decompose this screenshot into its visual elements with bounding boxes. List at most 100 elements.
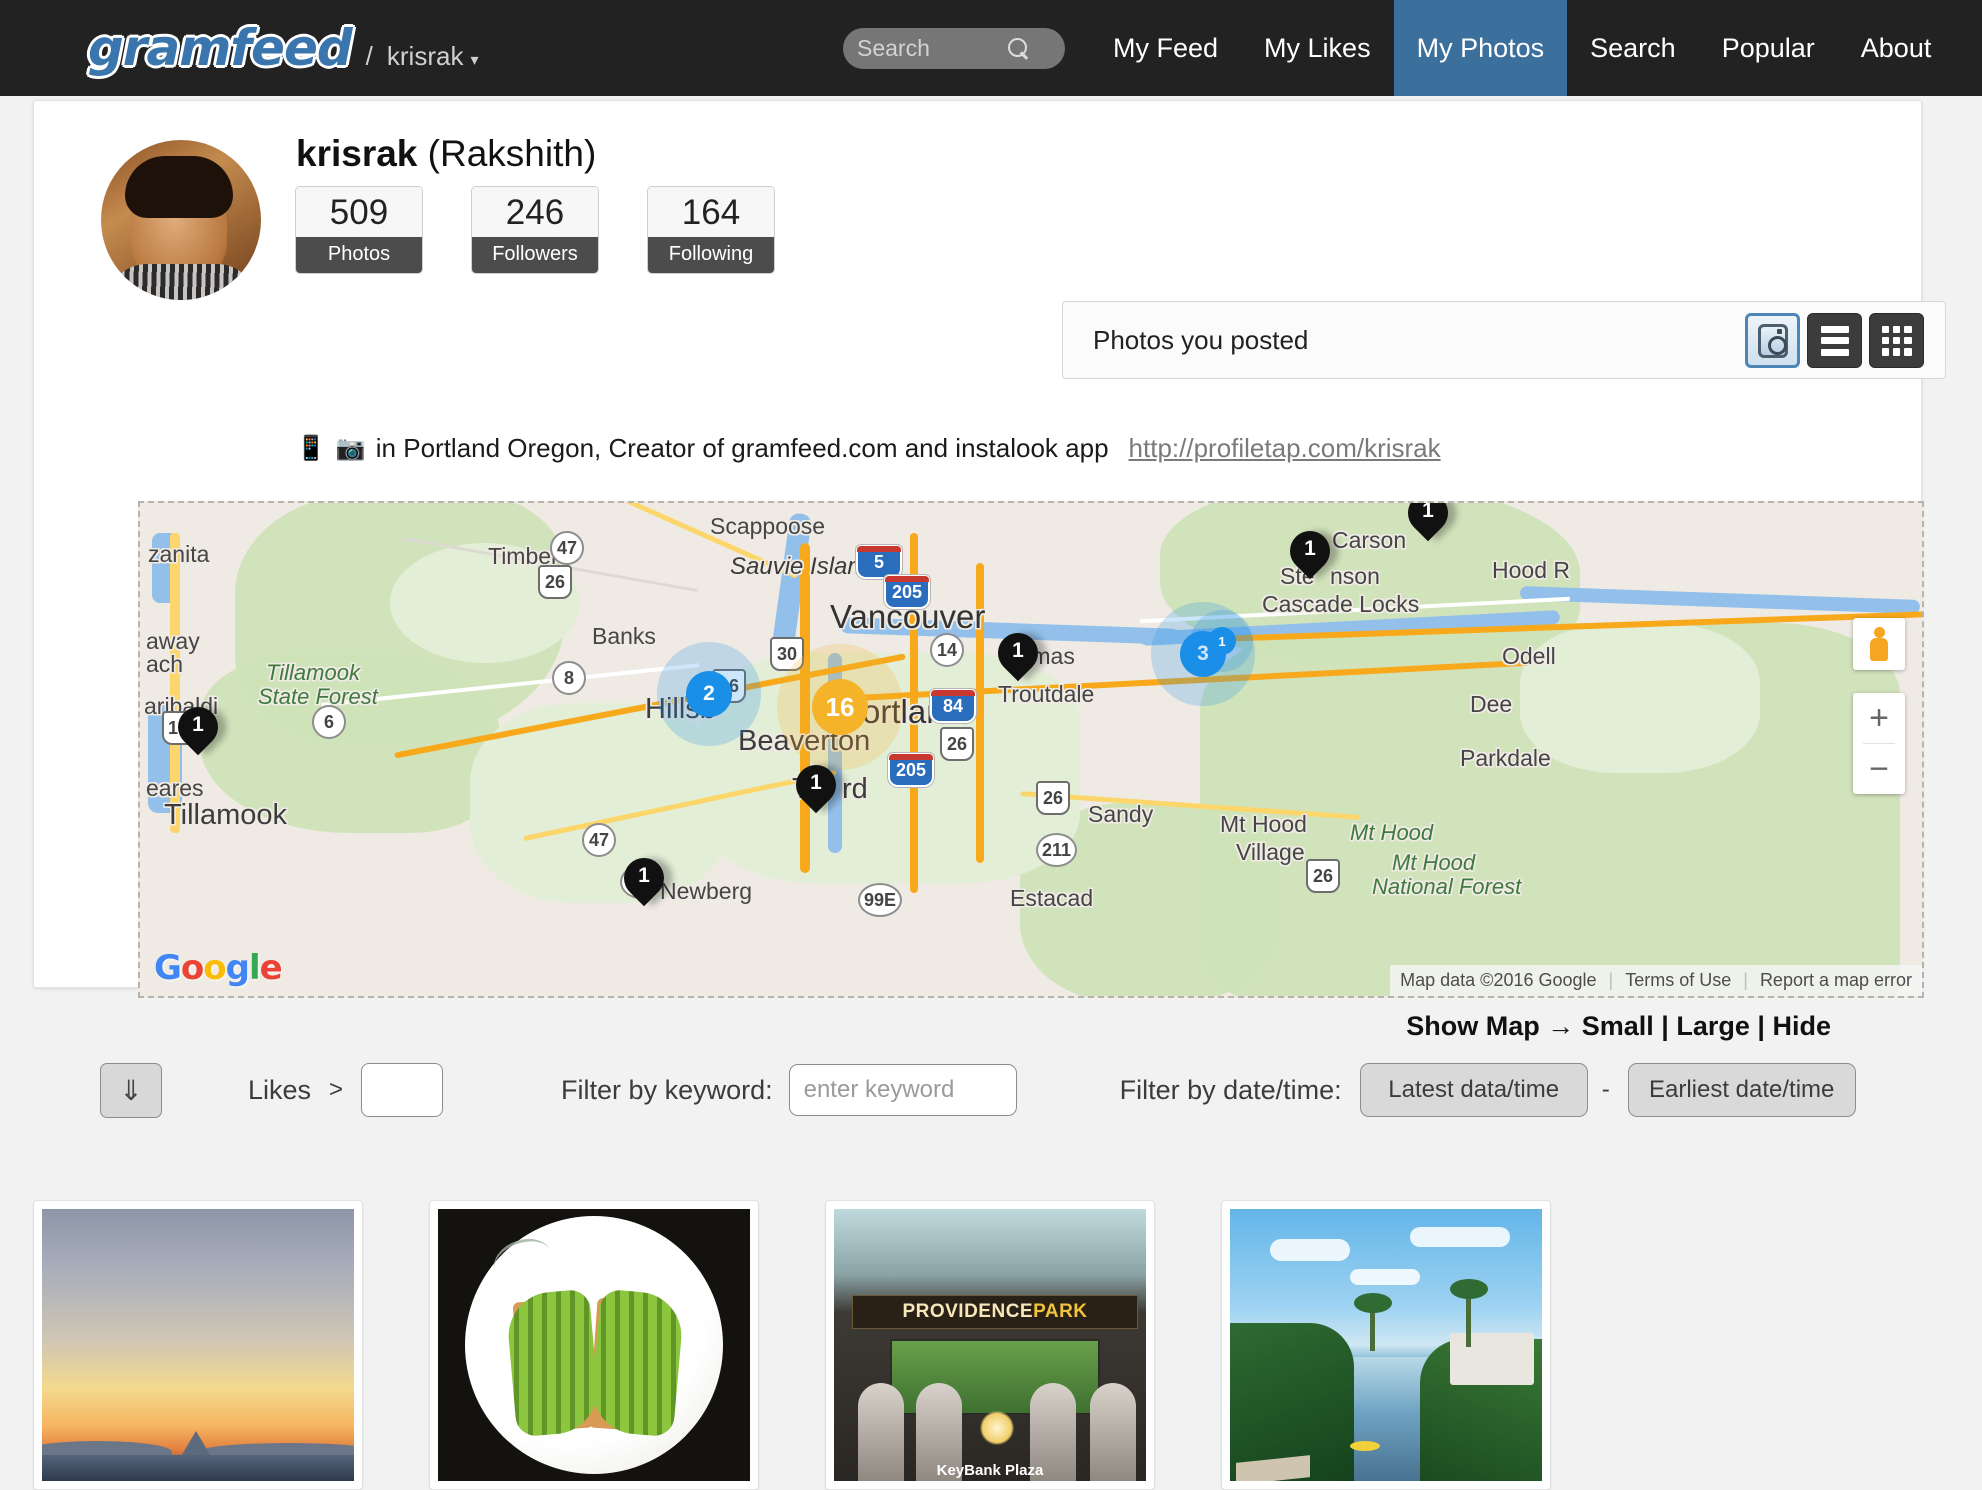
- show-map-label: Show Map →: [1406, 1011, 1575, 1041]
- search-input[interactable]: [843, 35, 1008, 62]
- zoom-out-button[interactable]: −: [1853, 744, 1905, 794]
- page-title: krisrak (Rakshith): [296, 133, 596, 175]
- stat-following[interactable]: 164 Following: [647, 186, 775, 274]
- photo-thumbnail[interactable]: [33, 1200, 363, 1490]
- nav-link-my-feed[interactable]: My Feed: [1090, 0, 1241, 96]
- street-view-pegman-button[interactable]: [1853, 618, 1905, 670]
- map-photo-cluster[interactable]: 16: [812, 679, 868, 735]
- pin-count: 1: [1304, 537, 1316, 560]
- map-place-label: Sandy: [1088, 801, 1154, 827]
- photo-avocado-slices: [504, 1288, 602, 1438]
- map-place-label: Dee: [1470, 691, 1513, 717]
- photo-thumbnail[interactable]: [429, 1200, 759, 1490]
- pin-count: 1: [810, 771, 822, 794]
- nav-link-my-likes[interactable]: My Likes: [1241, 0, 1394, 96]
- map-place-label: State Forest: [258, 684, 378, 709]
- map-place-label: Tillamook: [164, 799, 288, 831]
- keyword-input[interactable]: [788, 1064, 1017, 1116]
- likes-operator: >: [329, 1076, 344, 1103]
- stat-followers-value: 246: [472, 187, 598, 237]
- map-place-label: Newberg: [660, 878, 753, 904]
- photo-thumbnail[interactable]: [1221, 1200, 1551, 1490]
- nav-separator: /: [365, 41, 373, 71]
- map-hide-link[interactable]: Hide: [1772, 1011, 1831, 1041]
- stat-followers[interactable]: 246 Followers: [471, 186, 599, 274]
- keyword-filter-label: Filter by keyword:: [561, 1074, 773, 1105]
- stat-photos[interactable]: 509 Photos: [295, 186, 423, 274]
- map-data-text: Map data ©2016 Google: [1400, 970, 1597, 990]
- terms-of-use-link[interactable]: Terms of Use: [1625, 970, 1731, 991]
- map-attribution: Map data ©2016 Google | Terms of Use | R…: [1390, 965, 1922, 996]
- datetime-range-dash: -: [1601, 1076, 1610, 1103]
- map-photo-cluster[interactable]: 1: [1208, 627, 1236, 655]
- datetime-filter-label: Filter by date/time:: [1119, 1074, 1342, 1105]
- map-route-shield: 84: [930, 689, 976, 723]
- chevron-down-icon[interactable]: ▾: [470, 50, 478, 70]
- map-photo-pin[interactable]: 1: [989, 624, 1047, 687]
- map-photo-cluster[interactable]: 2: [686, 671, 732, 717]
- avatar-hair: [125, 156, 233, 218]
- map-route-shield: 205: [888, 753, 934, 787]
- map-zoom-controls: + −: [1853, 693, 1905, 794]
- pin-count: 1: [192, 713, 204, 736]
- map-photo-pin[interactable]: 1: [787, 756, 845, 819]
- map-size-small-link[interactable]: Small: [1582, 1011, 1654, 1041]
- stat-photos-label: Photos: [296, 237, 422, 273]
- map-photo-pin[interactable]: 1: [1399, 503, 1457, 547]
- nav-link-about[interactable]: About: [1838, 0, 1955, 96]
- photo-thumbnail[interactable]: PROVIDENCE PARK KeyBank Plaza: [825, 1200, 1155, 1490]
- map-place-label: Sauvie Island: [730, 553, 875, 580]
- likes-threshold-input[interactable]: [361, 1063, 444, 1117]
- nav-link-popular[interactable]: Popular: [1699, 0, 1838, 96]
- map-photo-pin[interactable]: 1: [1281, 522, 1339, 585]
- map-place-label: rd: [842, 773, 868, 805]
- photo-providence-park: PROVIDENCE PARK KeyBank Plaza: [834, 1209, 1146, 1481]
- profile-bio: 📱 📷 in Portland Oregon, Creator of gramf…: [296, 433, 1441, 464]
- list-view-button[interactable]: [1807, 313, 1862, 368]
- report-map-error-link[interactable]: Report a map error: [1760, 970, 1912, 991]
- zoom-in-button[interactable]: +: [1853, 693, 1905, 743]
- map-place-label: Cascade Locks: [1262, 591, 1420, 617]
- avatar[interactable]: [101, 140, 261, 300]
- map-photo-pin[interactable]: 1: [615, 849, 673, 912]
- map-route-shield: 211: [1036, 833, 1078, 867]
- map-place-label: Mt Hood: [1392, 850, 1476, 875]
- profile-bio-link[interactable]: http://profiletap.com/krisrak: [1129, 433, 1441, 464]
- map-route-shield: 26: [538, 565, 572, 599]
- brand-logo-link[interactable]: gramfeed / krisrak ▾: [88, 19, 478, 77]
- attrib-divider: |: [1608, 970, 1614, 990]
- earliest-datetime-button[interactable]: Earliest date/time: [1627, 1063, 1856, 1117]
- pegman-icon: [1869, 627, 1889, 661]
- nav-link-search[interactable]: Search: [1567, 0, 1699, 96]
- photo-plate: [465, 1216, 723, 1474]
- map-terrain-light: [1520, 623, 1760, 773]
- likes-filter-label: Likes: [248, 1074, 312, 1105]
- grid-icon: [1881, 325, 1912, 356]
- camera-view-button[interactable]: [1745, 313, 1800, 368]
- view-mode-buttons: [1745, 313, 1924, 368]
- nav-link-my-photos[interactable]: My Photos: [1393, 0, 1568, 96]
- grid-view-button[interactable]: [1869, 313, 1924, 368]
- nav-search-box[interactable]: [843, 28, 1065, 69]
- stat-following-label: Following: [648, 237, 774, 273]
- map-place-label: Tillamook: [266, 660, 360, 685]
- map-route-shield: 26: [1306, 859, 1340, 893]
- stat-followers-label: Followers: [472, 237, 598, 273]
- stat-photos-value: 509: [296, 187, 422, 237]
- map-route-shield: 47: [582, 823, 616, 857]
- map-photo-pin[interactable]: 1: [169, 698, 227, 761]
- profile-card: krisrak (Rakshith) 509 Photos 246 Follow…: [33, 100, 1946, 1041]
- camera-icon: [1757, 323, 1788, 358]
- latest-datetime-button[interactable]: Latest data/time: [1359, 1063, 1588, 1117]
- mobile-phone-icon: 📱: [296, 435, 326, 462]
- nav-username[interactable]: krisrak: [387, 41, 464, 72]
- sort-direction-button[interactable]: ⇓: [100, 1062, 162, 1118]
- search-icon[interactable]: [1008, 37, 1030, 60]
- photo-sunset-mountains: [42, 1209, 354, 1481]
- photo-location-map[interactable]: zanita away ach aribaldi eares Tillamook Timbe…: [138, 501, 1924, 998]
- map-size-large-link[interactable]: Large: [1676, 1011, 1750, 1041]
- map-place-label: National Forest: [1372, 874, 1522, 899]
- attrib-divider: |: [1743, 970, 1748, 990]
- map-place-label: Odell: [1502, 643, 1556, 669]
- map-place-label: Hood R: [1492, 557, 1570, 583]
